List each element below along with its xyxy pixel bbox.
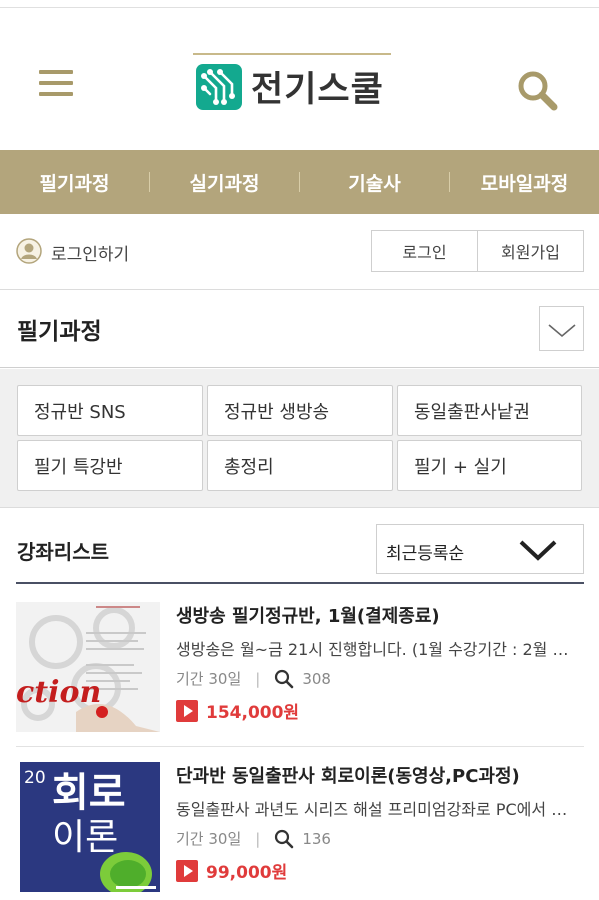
list-item[interactable]: 20 회로 이론 단과반 동일출판사 회로이론(동영상,PC과정) 동일출판사 …: [16, 762, 584, 900]
views-icon: [274, 829, 294, 849]
course-meta: 기간 30일 | 308: [176, 668, 331, 689]
nav-item-engineer[interactable]: 기술사: [300, 169, 449, 196]
thumbnail-caption: ction: [16, 675, 102, 710]
course-title: 생방송 필기정규반, 1월(결제종료): [176, 606, 440, 627]
category-regular-live[interactable]: 정규반 생방송: [207, 385, 393, 436]
course-period: 기간 30일: [176, 830, 242, 848]
section-header: 필기과정: [0, 290, 599, 368]
signup-button[interactable]: 회원가입: [477, 231, 583, 271]
nav-item-written[interactable]: 필기과정: [0, 169, 149, 196]
hamburger-icon[interactable]: [39, 70, 75, 100]
nav-item-mobile[interactable]: 모바일과정: [450, 169, 599, 196]
login-button[interactable]: 로그인: [372, 231, 477, 271]
views-icon: [274, 669, 294, 689]
list-header: 강좌리스트 최근등록순: [0, 508, 599, 584]
course-title: 단과반 동일출판사 회로이론(동영상,PC과정): [176, 766, 520, 787]
course-description: 생방송은 월~금 21시 진행합니다. (1월 수강기간 : 2월 27일까지): [176, 640, 576, 659]
thumbnail-title-2: 이론: [52, 817, 119, 858]
sort-selected: 최근등록순: [386, 544, 465, 564]
login-row: 로그인하기 로그인 회원가입: [0, 214, 599, 290]
meta-divider: |: [255, 829, 261, 848]
user-icon: [16, 238, 42, 264]
category-grid: 정규반 SNS 정규반 생방송 동일출판사낱권 필기 특강반 총정리 필기 + …: [0, 369, 599, 508]
list-rule: [16, 582, 584, 584]
category-written-special[interactable]: 필기 특강반: [17, 440, 203, 491]
price-value: 99,000원: [206, 863, 288, 883]
course-description: 동일출판사 과년도 시리즈 해설 프리미엄강좌로 PC에서 수강: [176, 800, 576, 819]
category-summary[interactable]: 총정리: [207, 440, 393, 491]
nav-item-practical[interactable]: 실기과정: [150, 169, 299, 196]
play-icon: [176, 699, 198, 722]
category-regular-sns[interactable]: 정규반 SNS: [17, 385, 203, 436]
category-dongil-single[interactable]: 동일출판사낱권: [397, 385, 582, 436]
logo[interactable]: 전기스쿨: [193, 53, 393, 111]
sort-select[interactable]: 최근등록순: [376, 524, 584, 574]
meta-divider: |: [255, 669, 261, 688]
chevron-down-icon: [548, 324, 576, 338]
login-link[interactable]: 로그인하기: [51, 240, 129, 265]
course-views: 136: [302, 829, 331, 848]
course-price: 99,000원: [176, 858, 287, 883]
course-thumbnail: 20 회로 이론: [16, 762, 160, 892]
list-divider: [16, 746, 584, 747]
thumbnail-year: 20: [24, 768, 46, 788]
section-toggle-button[interactable]: [539, 306, 584, 351]
circuit-icon: [196, 64, 242, 110]
app-header: 전기스쿨: [0, 8, 599, 150]
course-meta: 기간 30일 | 136: [176, 828, 331, 849]
logo-rule: [193, 53, 391, 55]
course-price: 154,000원: [176, 698, 299, 723]
course-views: 308: [302, 669, 331, 688]
price-value: 154,000원: [206, 703, 300, 723]
chevron-down-icon: [519, 540, 557, 561]
search-icon[interactable]: [514, 67, 560, 113]
play-icon: [176, 859, 198, 882]
section-title: 필기과정: [17, 319, 102, 345]
course-period: 기간 30일: [176, 670, 242, 688]
category-written-practical[interactable]: 필기 + 실기: [397, 440, 582, 491]
status-strip: [0, 0, 599, 8]
course-thumbnail: ction: [16, 602, 160, 732]
list-item[interactable]: ction 생방송 필기정규반, 1월(결제종료) 생방송은 월~금 21시 진…: [16, 602, 584, 742]
main-nav: 필기과정 실기과정 기술사 모바일과정: [0, 150, 599, 214]
auth-buttons: 로그인 회원가입: [371, 230, 584, 272]
list-title: 강좌리스트: [17, 540, 109, 564]
logo-text: 전기스쿨: [251, 70, 384, 110]
